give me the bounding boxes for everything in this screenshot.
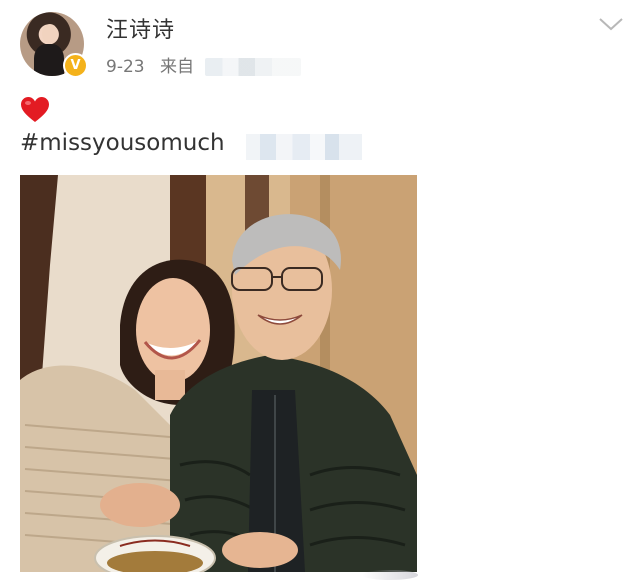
photo-illustration	[20, 175, 417, 572]
heart-icon	[21, 97, 49, 122]
author-name[interactable]: 汪诗诗	[106, 12, 175, 44]
avatar-face	[42, 24, 58, 44]
hashtag-link[interactable]: #missyousomuch	[20, 130, 225, 156]
post-date: 9-23	[106, 57, 145, 77]
source-label: 来自	[160, 57, 194, 77]
chevron-down-icon[interactable]	[598, 14, 624, 34]
avatar-dress	[34, 44, 64, 76]
post-header: V 汪诗诗 9-23 来自	[0, 0, 640, 88]
source-redacted	[205, 58, 302, 76]
mention-redacted	[246, 134, 362, 160]
post-photo[interactable]	[20, 175, 417, 572]
photo-shadow	[362, 570, 418, 580]
verified-badge-icon: V	[63, 53, 88, 78]
post-meta: 9-23 来自	[106, 52, 302, 77]
hashtag-line: #missyousomuch	[20, 130, 362, 160]
